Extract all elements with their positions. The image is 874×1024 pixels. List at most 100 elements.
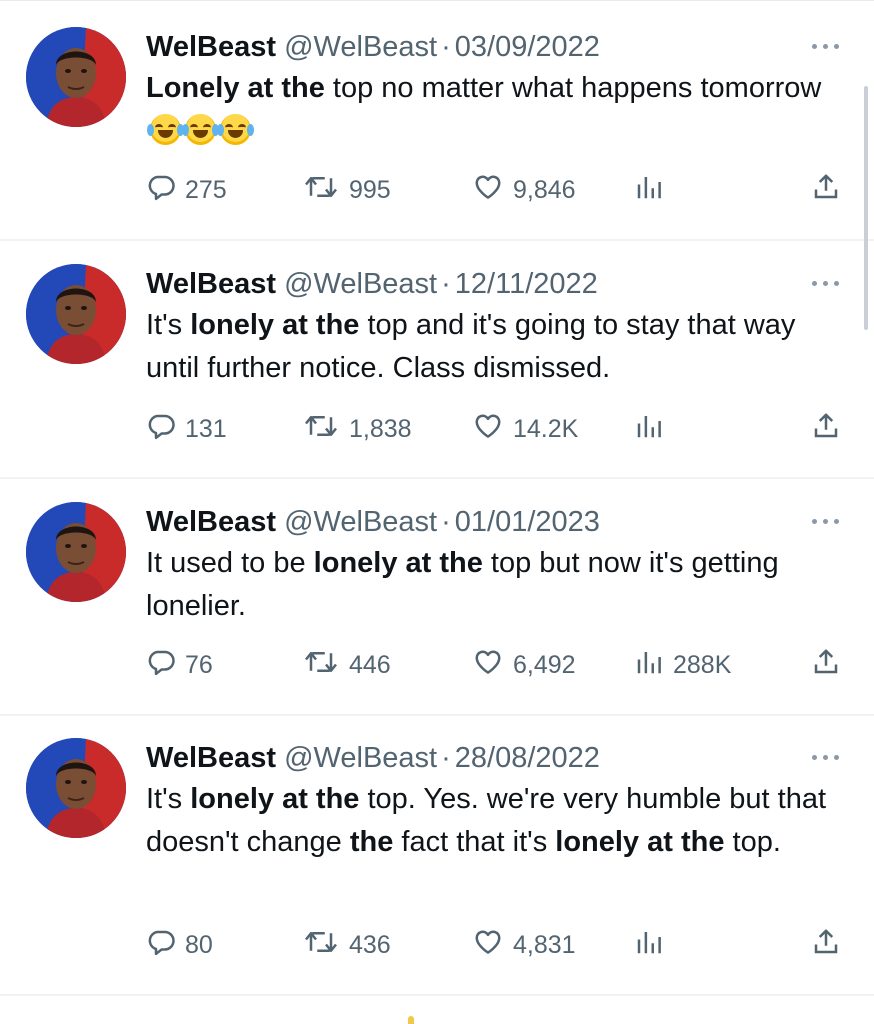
tweet-divider bbox=[0, 477, 874, 479]
display-name[interactable]: WelBeast bbox=[146, 31, 276, 63]
avatar[interactable] bbox=[26, 738, 126, 838]
user-handle[interactable]: @WelBeast bbox=[284, 506, 437, 538]
tweet[interactable]: WelBeast @WelBeast · 01/01/2023 It used to… bbox=[0, 502, 874, 712]
like-button[interactable]: 6,492 bbox=[472, 647, 576, 683]
tweet-date[interactable]: 28/08/2022 bbox=[455, 742, 600, 774]
tweet-date[interactable]: 03/09/2022 bbox=[455, 31, 600, 63]
user-handle[interactable]: @WelBeast bbox=[284, 742, 437, 774]
scrollbar[interactable] bbox=[864, 86, 868, 330]
heart-icon bbox=[472, 411, 504, 448]
face-with-tears-of-joy-emoji bbox=[147, 114, 184, 145]
retweet-button[interactable]: 1,838 bbox=[302, 411, 412, 447]
user-handle[interactable]: @WelBeast bbox=[284, 31, 437, 63]
tweet-header: WelBeast @WelBeast · 28/08/2022 bbox=[146, 738, 600, 778]
views-button[interactable]: 288K bbox=[634, 647, 731, 683]
views-bar-chart-icon bbox=[634, 647, 664, 684]
like-button[interactable]: 14.2K bbox=[472, 411, 578, 447]
view-count: 288K bbox=[673, 651, 732, 679]
more-options-icon[interactable] bbox=[808, 516, 844, 526]
share-icon bbox=[811, 926, 841, 965]
retweet-button[interactable]: 995 bbox=[302, 172, 391, 208]
retweet-count: 436 bbox=[349, 931, 391, 959]
separator-dot: · bbox=[441, 506, 451, 538]
more-options-icon[interactable] bbox=[808, 41, 844, 51]
tweet-text: Lonely at the top no matter what happens… bbox=[146, 67, 846, 153]
reply-button[interactable]: 76 bbox=[146, 647, 213, 683]
tweet-header: WelBeast @WelBeast · 01/01/2023 bbox=[146, 502, 600, 542]
heart-icon bbox=[472, 927, 504, 964]
next-tweet-peek bbox=[408, 1016, 414, 1024]
tweet-date[interactable]: 12/11/2022 bbox=[455, 268, 598, 300]
share-button[interactable] bbox=[811, 927, 841, 963]
retweet-icon bbox=[302, 647, 340, 684]
share-button[interactable] bbox=[811, 647, 841, 683]
like-button[interactable]: 9,846 bbox=[472, 172, 576, 208]
tweet-text: It's lonely at the top. Yes. we're very … bbox=[146, 778, 846, 864]
tweet[interactable]: WelBeast @WelBeast · 12/11/2022 It's lonel… bbox=[0, 264, 874, 474]
text-segment: It's bbox=[146, 309, 191, 341]
reply-button[interactable]: 275 bbox=[146, 172, 227, 208]
user-handle[interactable]: @WelBeast bbox=[284, 268, 437, 300]
retweet-count: 1,838 bbox=[349, 415, 412, 443]
display-name[interactable]: WelBeast bbox=[146, 268, 276, 300]
text-segment: It used to be bbox=[146, 547, 314, 579]
views-button[interactable] bbox=[634, 411, 673, 447]
views-button[interactable] bbox=[634, 927, 673, 963]
like-button[interactable]: 4,831 bbox=[472, 927, 576, 963]
more-options-icon[interactable] bbox=[808, 752, 844, 762]
reply-icon bbox=[146, 927, 176, 964]
retweet-button[interactable]: 436 bbox=[302, 927, 391, 963]
avatar[interactable] bbox=[26, 502, 126, 602]
text-segment: fact that it's bbox=[393, 826, 556, 858]
reply-icon bbox=[146, 647, 176, 684]
views-bar-chart-icon bbox=[634, 411, 664, 448]
avatar[interactable] bbox=[26, 264, 126, 364]
tweet-feed: WelBeast @WelBeast · 03/09/2022 Lonely at … bbox=[0, 0, 874, 1024]
bold-text-segment: the bbox=[349, 826, 394, 858]
tweet-date[interactable]: 01/01/2023 bbox=[455, 506, 600, 538]
reply-icon bbox=[146, 172, 176, 209]
retweet-count: 995 bbox=[349, 176, 391, 204]
heart-icon bbox=[472, 172, 504, 209]
separator-dot: · bbox=[441, 31, 451, 63]
display-name[interactable]: WelBeast bbox=[146, 506, 276, 538]
share-icon bbox=[811, 171, 841, 210]
views-button[interactable] bbox=[634, 172, 673, 208]
share-icon bbox=[811, 646, 841, 685]
tweet-divider bbox=[0, 714, 874, 716]
views-bar-chart-icon bbox=[634, 927, 664, 964]
bold-text-segment: Lonely at the bbox=[146, 72, 325, 104]
text-segment: top. bbox=[724, 826, 781, 858]
bold-text-segment: lonely at the bbox=[555, 826, 725, 858]
retweet-icon bbox=[302, 927, 340, 964]
face-with-tears-of-joy-emoji bbox=[182, 114, 219, 145]
bold-text-segment: lonely at the bbox=[190, 309, 360, 341]
avatar[interactable] bbox=[26, 27, 126, 127]
tweet[interactable]: WelBeast @WelBeast · 03/09/2022 Lonely at … bbox=[0, 27, 874, 237]
tweet-header: WelBeast @WelBeast · 12/11/2022 bbox=[146, 264, 598, 304]
share-button[interactable] bbox=[811, 411, 841, 447]
bold-text-segment: lonely at the bbox=[313, 547, 483, 579]
reply-button[interactable]: 80 bbox=[146, 927, 213, 963]
tweet[interactable]: WelBeast @WelBeast · 28/08/2022 It's lonel… bbox=[0, 738, 874, 988]
more-options-icon[interactable] bbox=[808, 278, 844, 288]
reply-count: 80 bbox=[185, 931, 213, 959]
share-button[interactable] bbox=[811, 172, 841, 208]
tweet-actions: 80 436 4,831 bbox=[146, 927, 846, 963]
retweet-button[interactable]: 446 bbox=[302, 647, 391, 683]
views-bar-chart-icon bbox=[634, 172, 664, 209]
tweet-divider bbox=[0, 994, 874, 996]
text-segment: It's bbox=[146, 783, 191, 815]
tweet-text: It's lonely at the top and it's going to… bbox=[146, 304, 846, 390]
tweet-text: It used to be lonely at the top but now … bbox=[146, 542, 846, 628]
reply-count: 76 bbox=[185, 651, 213, 679]
tweet-actions: 76 446 6,492 288K bbox=[146, 647, 846, 683]
display-name[interactable]: WelBeast bbox=[146, 742, 276, 774]
separator-dot: · bbox=[441, 742, 451, 774]
reply-icon bbox=[146, 411, 176, 448]
like-count: 14.2K bbox=[513, 415, 579, 443]
like-count: 6,492 bbox=[513, 651, 576, 679]
reply-count: 131 bbox=[185, 415, 227, 443]
reply-button[interactable]: 131 bbox=[146, 411, 227, 447]
retweet-icon bbox=[302, 411, 340, 448]
